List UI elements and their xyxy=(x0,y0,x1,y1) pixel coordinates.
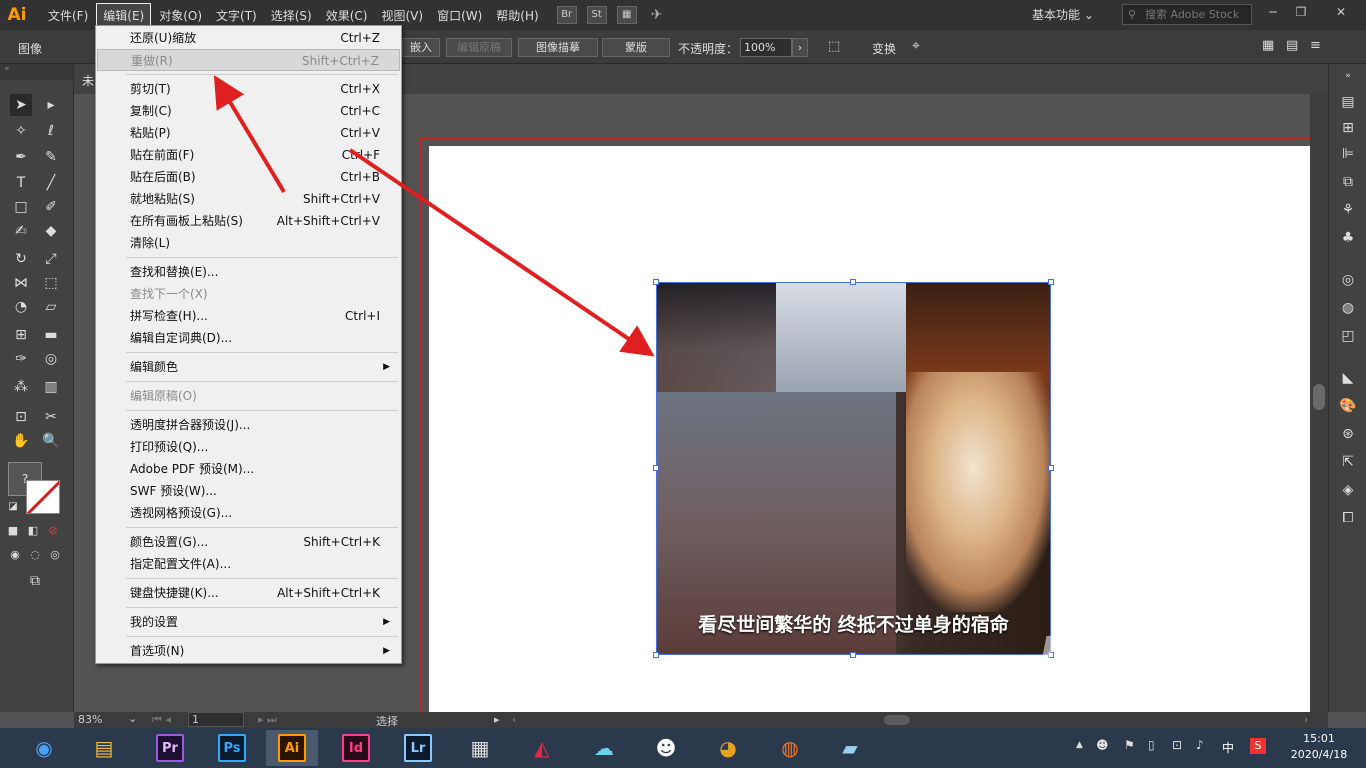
premiere-icon: Pr xyxy=(156,734,184,762)
notes-app-icon[interactable]: ▰ xyxy=(830,730,870,766)
file-explorer-icon[interactable]: ▤ xyxy=(84,730,124,766)
taskbar-premiere[interactable]: Pr xyxy=(150,730,190,766)
taskbar-photoshop[interactable]: Ps xyxy=(212,730,252,766)
clock-time: 15:01 xyxy=(1303,732,1335,745)
annotation-arrow-redo xyxy=(213,75,286,194)
illustrator-icon: Ai xyxy=(278,734,306,762)
taskbar-indesign[interactable]: Id xyxy=(336,730,376,766)
media-app-icon[interactable]: ◭ xyxy=(522,730,562,766)
chrome-icon[interactable]: ◕ xyxy=(708,730,748,766)
chat-app-icon[interactable]: ☁ xyxy=(584,730,624,766)
photoshop-icon: Ps xyxy=(218,734,246,762)
clock-date: 2020/4/18 xyxy=(1290,748,1348,761)
tray-expand-icon[interactable]: ▲ xyxy=(1076,740,1083,750)
browser-360-icon[interactable]: ◉ xyxy=(24,730,64,766)
tray-volume-icon[interactable]: ♪ xyxy=(1196,738,1204,752)
tray-sogou-icon[interactable]: S xyxy=(1250,738,1266,754)
watermark-brand: Bai du 经验 xyxy=(1040,629,1277,675)
watermark-url: jingyan.baidu.com xyxy=(1046,677,1296,705)
windows-taskbar: ◉ ▤ Pr Ps Ai Id Lr ▦ ◭ ☁ ☻ ◕ ◍ ▰ ▲ ☻ ⚑ ▯… xyxy=(0,728,1366,768)
tray-qq-icon[interactable]: ☻ xyxy=(1096,738,1109,752)
tray-network-icon[interactable]: ⊡ xyxy=(1172,738,1182,752)
taskbar-clock[interactable]: 15:01 2020/4/18 xyxy=(1284,731,1354,763)
baidu-jingyan-watermark: Bai du 经验 jingyan.baidu.com xyxy=(1040,628,1340,728)
lightroom-icon: Lr xyxy=(404,734,432,762)
browser-icon[interactable]: ◍ xyxy=(770,730,810,766)
annotation-arrow-image xyxy=(348,148,655,357)
tray-battery-icon[interactable]: ▯ xyxy=(1148,738,1155,752)
tray-ime[interactable]: 中 xyxy=(1222,739,1234,756)
tray-flag-icon[interactable]: ⚑ xyxy=(1124,738,1135,752)
taskbar-lightroom[interactable]: Lr xyxy=(398,730,438,766)
indesign-icon: Id xyxy=(342,734,370,762)
qq-icon[interactable]: ☻ xyxy=(646,730,686,766)
taskbar-illustrator[interactable]: Ai xyxy=(266,730,318,766)
video-editor-icon[interactable]: ▦ xyxy=(460,730,500,766)
